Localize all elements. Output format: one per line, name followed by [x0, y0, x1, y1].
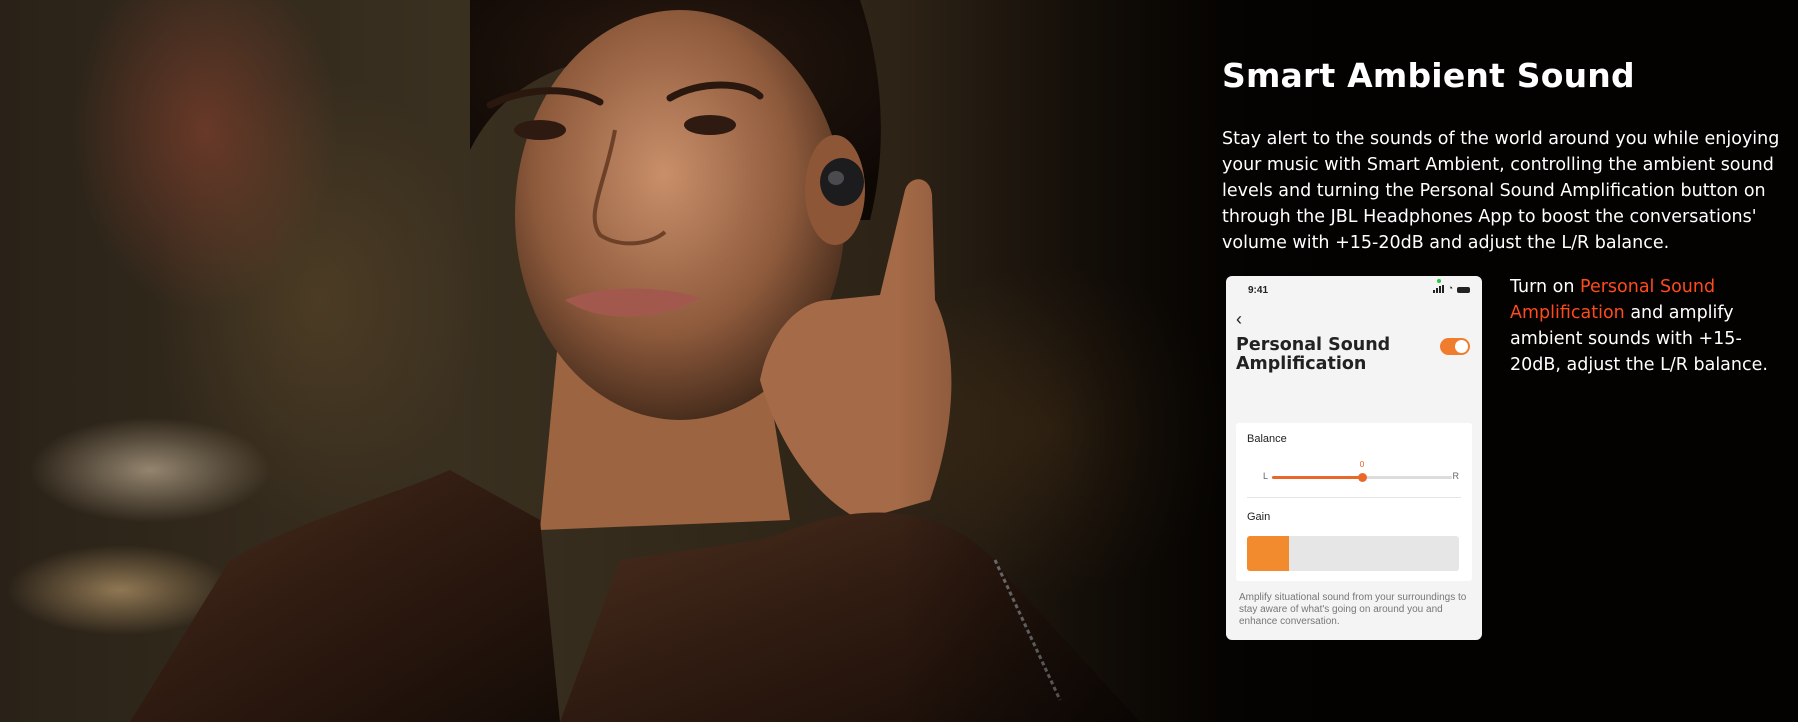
- status-icons: ◔: [1432, 279, 1470, 293]
- balance-right-label: R: [1452, 471, 1460, 481]
- balance-left-label: L: [1263, 471, 1269, 481]
- balance-slider-thumb[interactable]: [1358, 473, 1367, 482]
- privacy-indicator-icon: [1436, 279, 1441, 283]
- section-title: Smart Ambient Sound: [1222, 56, 1635, 95]
- callout-prefix: Turn on: [1510, 277, 1581, 297]
- toggle-knob: [1455, 340, 1468, 353]
- gain-label: Gain: [1247, 511, 1271, 523]
- settings-card: Balance 0 L R Gain: [1236, 423, 1472, 581]
- section-description: Stay alert to the sounds of the world ar…: [1222, 129, 1780, 253]
- balance-slider-fill: [1272, 476, 1362, 479]
- gain-slider[interactable]: [1247, 536, 1459, 571]
- balance-label: Balance: [1247, 433, 1287, 445]
- amplification-toggle[interactable]: [1440, 338, 1470, 355]
- app-screenshot: 9:41 ◔ ‹ Personal Sound Amplification Ba…: [1226, 276, 1482, 640]
- balance-slider[interactable]: [1272, 473, 1452, 482]
- feature-description: Amplify situational sound from your surr…: [1239, 592, 1467, 627]
- balance-value: 0: [1359, 459, 1365, 469]
- battery-icon: [1457, 287, 1470, 293]
- screen-title: Personal Sound Amplification: [1236, 335, 1391, 374]
- wifi-icon: ◔: [1447, 283, 1453, 293]
- callout-text: Turn on Personal Sound Amplification and…: [1510, 274, 1780, 378]
- chevron-left-icon[interactable]: ‹: [1236, 308, 1258, 330]
- signal-icon: [1432, 285, 1444, 293]
- status-time: 9:41: [1248, 285, 1269, 296]
- gain-slider-fill: [1247, 536, 1290, 571]
- divider: [1247, 497, 1461, 498]
